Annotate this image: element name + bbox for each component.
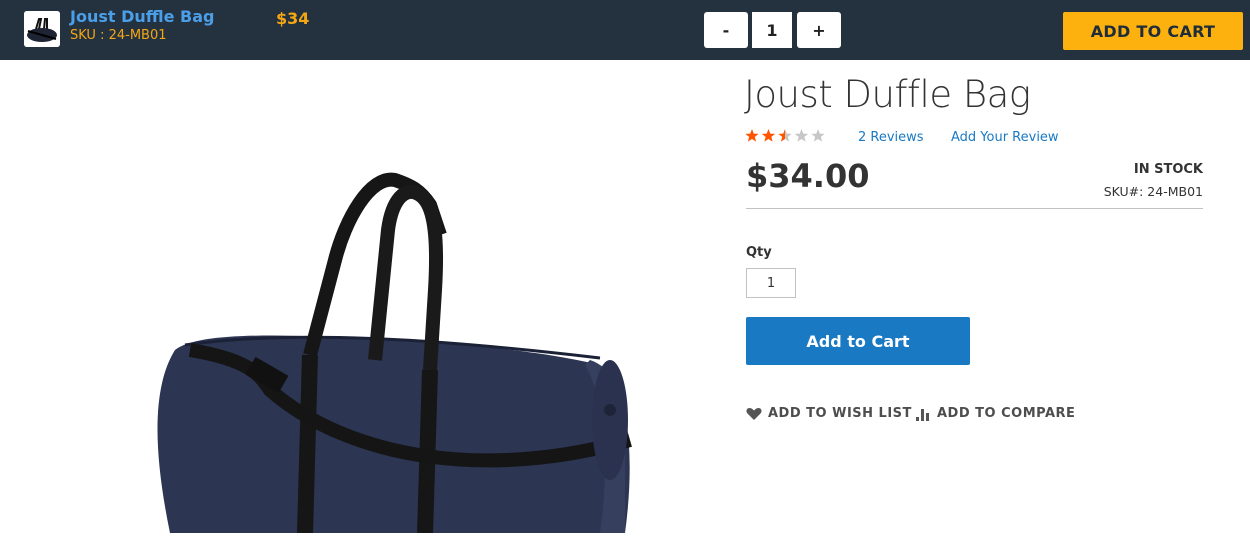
star-rating-icon [745,129,825,142]
qty-decrement-button[interactable]: - [704,12,748,48]
product-image [130,160,650,534]
product-sku: SKU#: 24-MB01 [1103,184,1203,199]
qty-increment-button[interactable]: + [797,12,841,48]
add-to-wish-list-link[interactable]: ADD TO WISH LIST [746,406,912,421]
rating-star [778,129,792,142]
stock-status: IN STOCK [1133,162,1203,177]
rating-stars [745,129,827,148]
sticky-product-price: $34 [276,9,310,28]
heart-icon [746,407,762,420]
sticky-product-name[interactable]: Joust Duffle Bag [70,7,214,27]
add-review-link[interactable]: Add Your Review [951,130,1059,145]
add-to-compare-link[interactable]: ADD TO COMPARE [915,406,1075,421]
duffle-bag-thumbnail-icon [24,11,60,47]
rating-star [794,129,809,142]
rating-star [811,129,825,142]
rating-star [761,129,776,142]
add-to-cart-button[interactable]: Add to Cart [746,317,970,365]
sticky-add-to-cart-button[interactable]: ADD TO CART [1063,12,1243,50]
product-title: Joust Duffle Bag [744,73,1031,116]
compare-bars-icon [916,408,929,421]
product-thumbnail [24,11,60,47]
sticky-qty-input[interactable]: 1 [750,12,794,48]
sticky-product-sku: SKU : 24-MB01 [70,28,167,43]
reviews-link[interactable]: 2 Reviews [858,130,924,145]
qty-input[interactable]: 1 [746,268,796,298]
sticky-add-to-cart-bar: Joust Duffle Bag SKU : 24-MB01 $34 - 1 +… [0,0,1250,60]
product-price: $34.00 [746,157,870,195]
rating-star [745,129,759,142]
divider [746,208,1203,209]
compare-label: ADD TO COMPARE [937,406,1076,421]
wish-list-label: ADD TO WISH LIST [768,406,912,421]
duffle-bag-image [157,172,632,534]
qty-label: Qty [746,245,772,260]
